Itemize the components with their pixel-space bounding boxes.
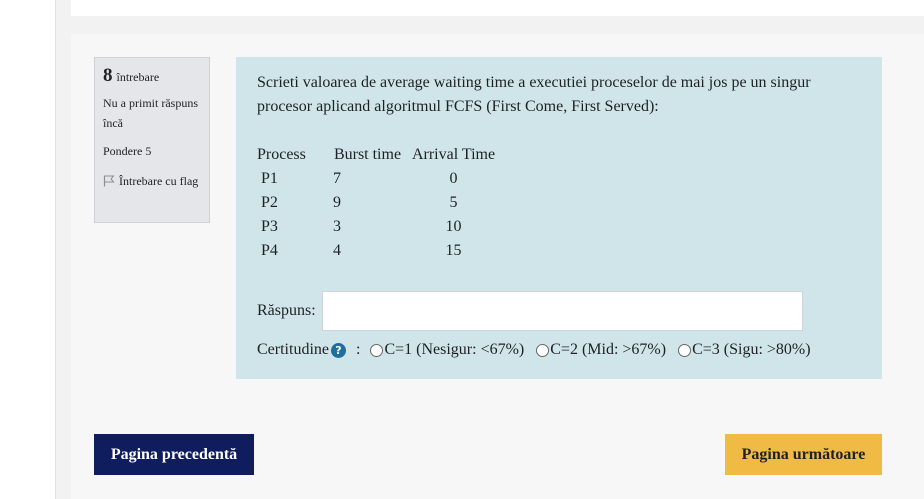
flag-question-toggle[interactable]: Întrebare cu flag [103, 171, 201, 191]
table-row: P2 9 5 [257, 191, 501, 215]
process-name: P2 [261, 194, 278, 211]
question-word: întrebare [116, 70, 160, 84]
question-circle-icon[interactable]: ? [330, 342, 346, 358]
table-row: P4 4 15 [257, 239, 501, 263]
certainty-option-label: C=3 (Sigu: >80%) [692, 341, 811, 358]
question-info-panel: 8 întrebare Nu a primit răspuns încă Pon… [94, 57, 210, 223]
question-state: Nu a primit răspuns încă [103, 96, 198, 130]
arrival-time: 15 [445, 242, 462, 259]
header-process: Process [257, 146, 306, 163]
previous-page-button[interactable]: Pagina precedentă [94, 434, 254, 475]
table-row: P1 7 0 [257, 167, 501, 191]
table-row: P3 3 10 [257, 215, 501, 239]
flag-label: Întrebare cu flag [119, 174, 199, 188]
burst-time: 7 [333, 170, 341, 187]
flag-icon [103, 175, 115, 187]
certainty-separator: : [355, 341, 361, 358]
process-name: P1 [261, 170, 278, 187]
certainty-option-label: C=1 (Nesigur: <67%) [384, 341, 525, 358]
header-burst-time: Burst time [333, 146, 402, 163]
certainty-option-1[interactable]: C=1 (Nesigur: <67%) [370, 341, 524, 359]
arrival-time: 10 [445, 218, 462, 235]
arrival-time: 0 [449, 170, 458, 187]
header-arrival-time: Arrival Time [411, 146, 496, 163]
question-number-row: 8 întrebare [103, 66, 201, 87]
left-gutter [0, 0, 55, 499]
process-table: Process Burst time Arrival Time P1 7 0 P… [257, 143, 501, 263]
answer-row: Răspuns: [257, 291, 803, 331]
certainty-row: Certitudine ? : C=1 (Nesigur: <67%) C=2 … [257, 341, 823, 359]
certainty-option-2[interactable]: C=2 (Mid: >67%) [536, 341, 666, 359]
burst-time: 4 [333, 242, 341, 259]
burst-time: 3 [333, 218, 341, 235]
process-name: P3 [261, 218, 278, 235]
question-text: Scrieti valoarea de average waiting time… [257, 74, 811, 115]
answer-input[interactable] [321, 291, 803, 331]
certainty-option-label: C=2 (Mid: >67%) [550, 341, 667, 358]
table-header-row: Process Burst time Arrival Time [257, 143, 501, 167]
burst-time: 9 [333, 194, 341, 211]
process-name: P4 [261, 242, 278, 259]
radio-c3[interactable] [678, 343, 692, 357]
arrival-time: 5 [449, 194, 458, 211]
certainty-option-3[interactable]: C=3 (Sigu: >80%) [678, 341, 811, 359]
question-grade: Pondere 5 [103, 144, 152, 158]
top-header-area [71, 0, 924, 16]
certainty-label: Certitudine [257, 341, 329, 358]
radio-c1[interactable] [370, 343, 384, 357]
question-content: Scrieti valoarea de average waiting time… [236, 57, 882, 379]
question-number: 8 [103, 65, 113, 86]
next-page-button[interactable]: Pagina următoare [725, 434, 882, 475]
radio-c2[interactable] [536, 343, 550, 357]
answer-label: Răspuns: [257, 302, 316, 319]
